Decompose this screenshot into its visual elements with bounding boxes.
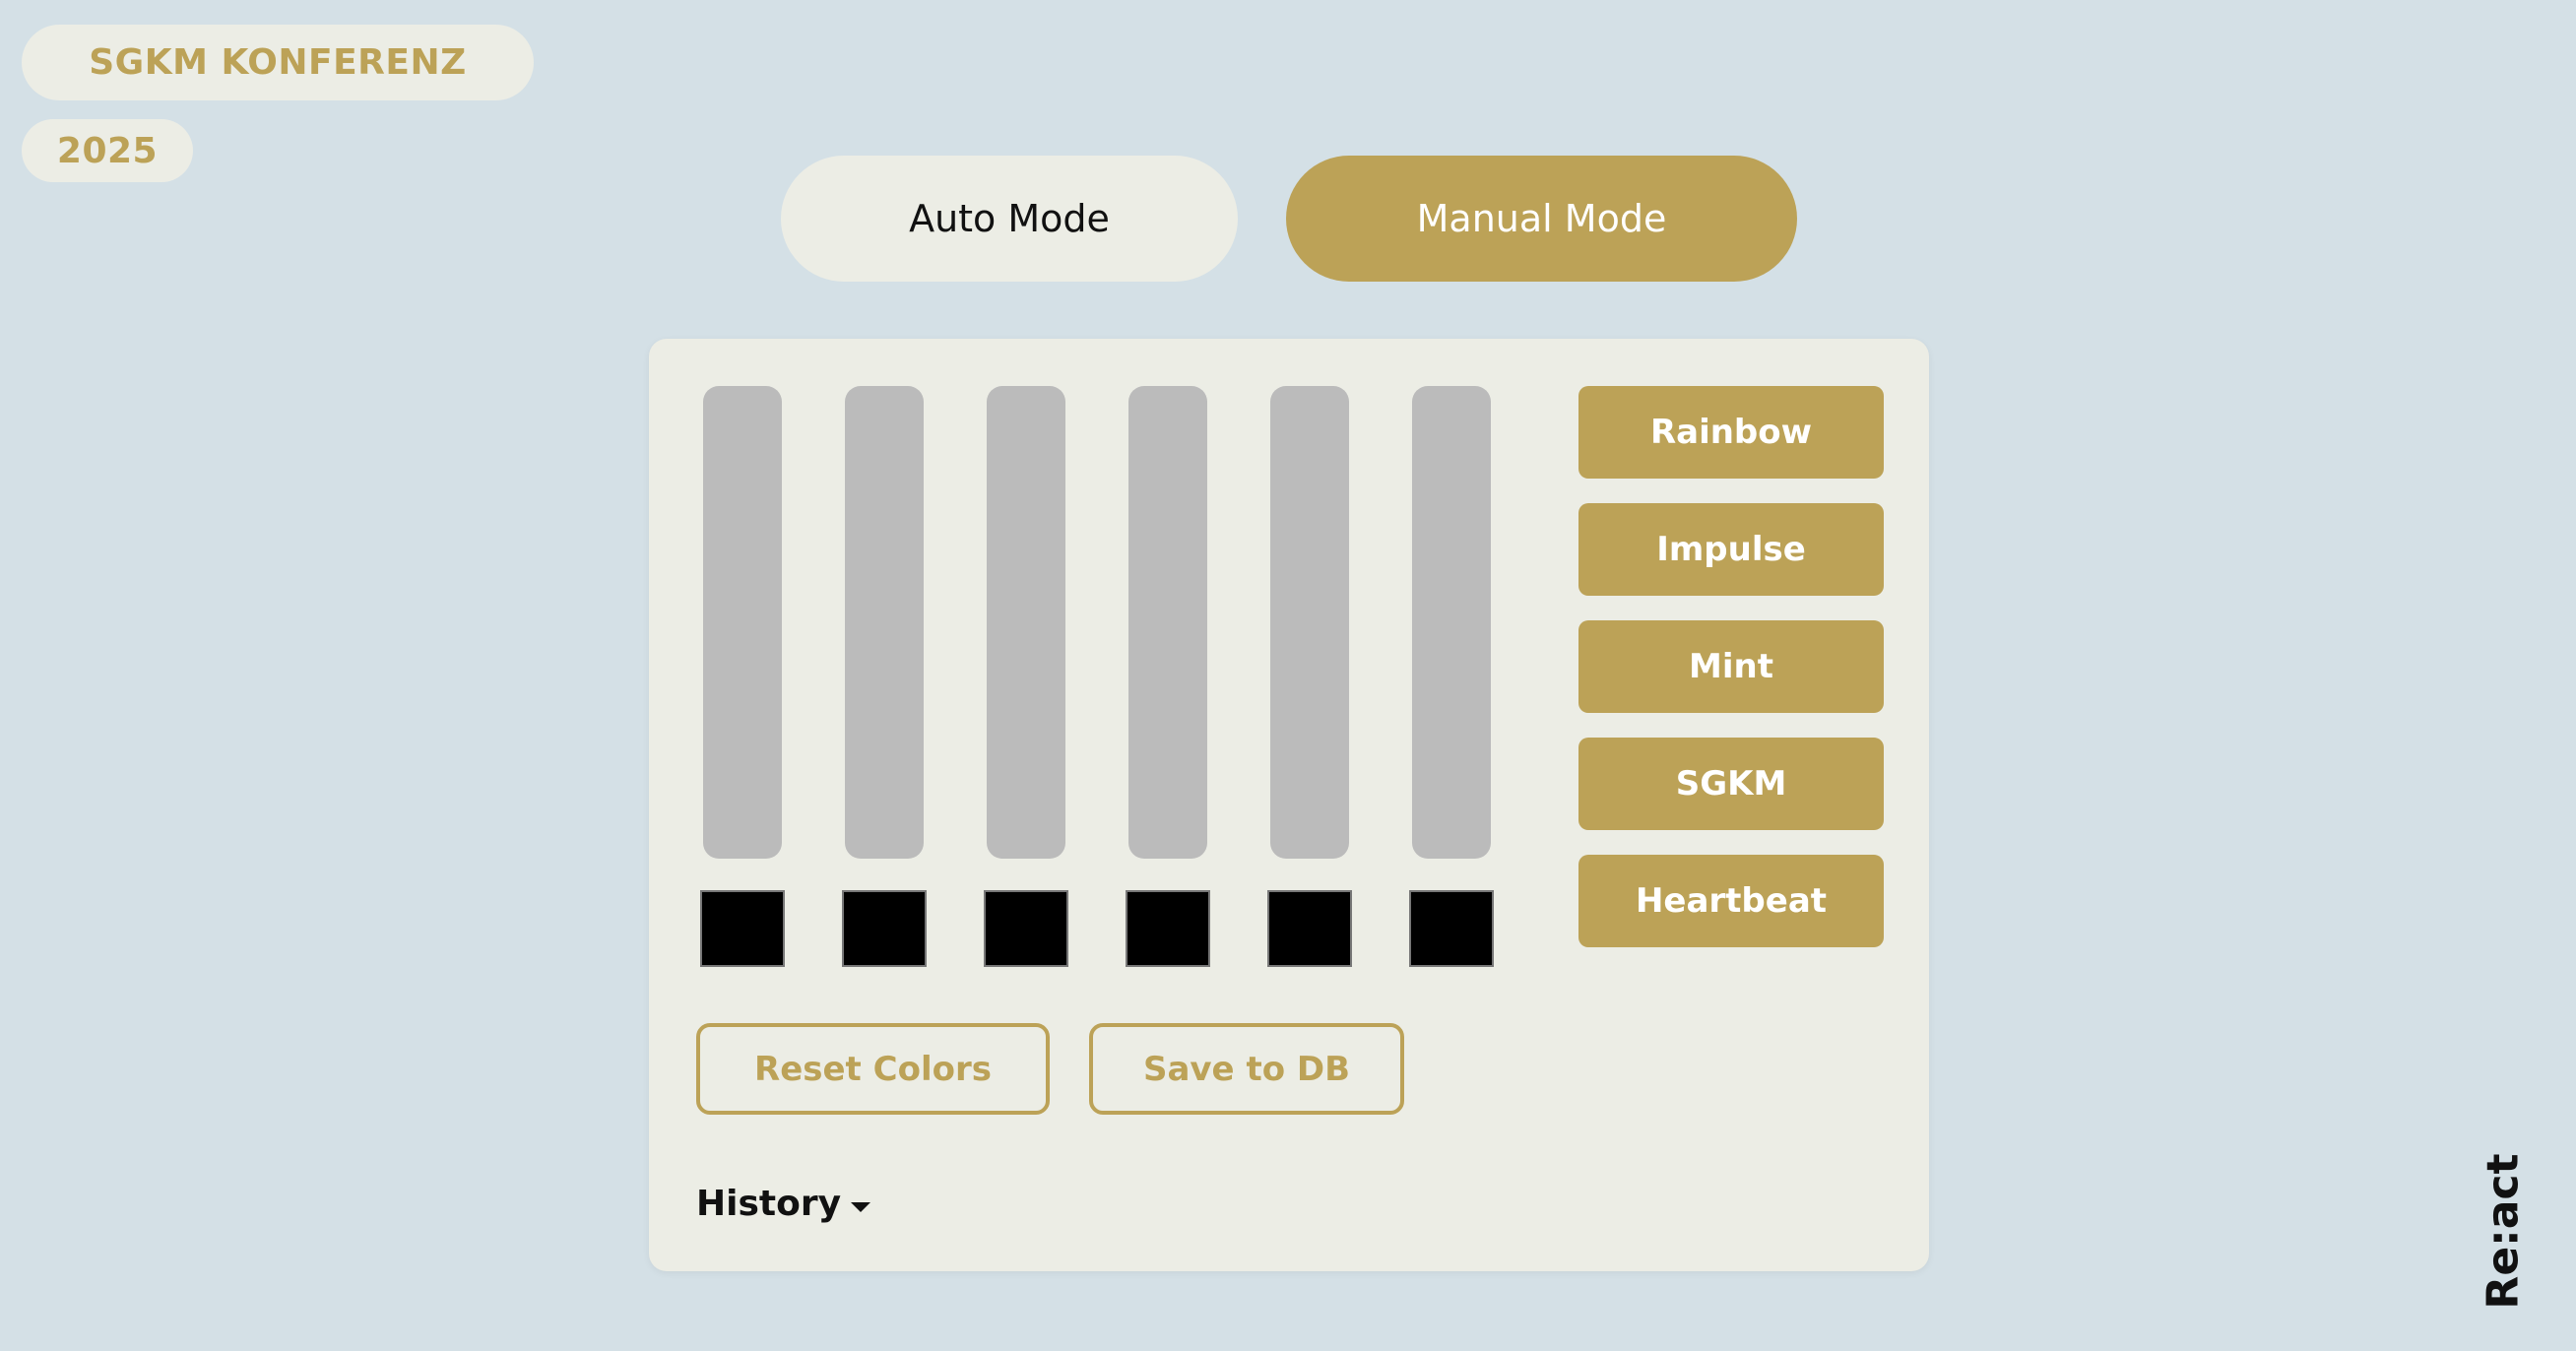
color-swatch-1[interactable]: [700, 890, 785, 967]
save-to-db-button[interactable]: Save to DB: [1089, 1023, 1404, 1115]
history-label: History: [696, 1184, 842, 1224]
control-panel: Rainbow Impulse Mint SGKM Heartbeat Rese…: [649, 339, 1929, 1271]
manual-mode-button[interactable]: Manual Mode: [1286, 156, 1797, 282]
color-swatch-3[interactable]: [984, 890, 1068, 967]
color-swatch-4[interactable]: [1126, 890, 1210, 967]
conference-year-badge: 2025: [22, 119, 193, 182]
caret-down-icon: [851, 1201, 871, 1212]
preset-rainbow-button[interactable]: Rainbow: [1578, 386, 1884, 479]
react-logo-text: Re:act: [2478, 1152, 2529, 1310]
auto-mode-button[interactable]: Auto Mode: [781, 156, 1238, 282]
color-slider-2[interactable]: [845, 386, 924, 859]
color-slider-4[interactable]: [1128, 386, 1207, 859]
history-dropdown[interactable]: History: [696, 1184, 871, 1224]
color-slider-3[interactable]: [987, 386, 1065, 859]
color-slider-5[interactable]: [1270, 386, 1349, 859]
preset-heartbeat-button[interactable]: Heartbeat: [1578, 855, 1884, 947]
preset-sgkm-button[interactable]: SGKM: [1578, 738, 1884, 830]
color-swatch-5[interactable]: [1267, 890, 1352, 967]
color-slider-1[interactable]: [703, 386, 782, 859]
color-swatch-6[interactable]: [1409, 890, 1494, 967]
color-slider-6[interactable]: [1412, 386, 1491, 859]
conference-title-badge: SGKM KONFERENZ: [22, 25, 534, 100]
preset-impulse-button[interactable]: Impulse: [1578, 503, 1884, 596]
preset-mint-button[interactable]: Mint: [1578, 620, 1884, 713]
react-logo: Re:act: [2454, 1152, 2552, 1310]
reset-colors-button[interactable]: Reset Colors: [696, 1023, 1050, 1115]
color-swatch-2[interactable]: [842, 890, 927, 967]
